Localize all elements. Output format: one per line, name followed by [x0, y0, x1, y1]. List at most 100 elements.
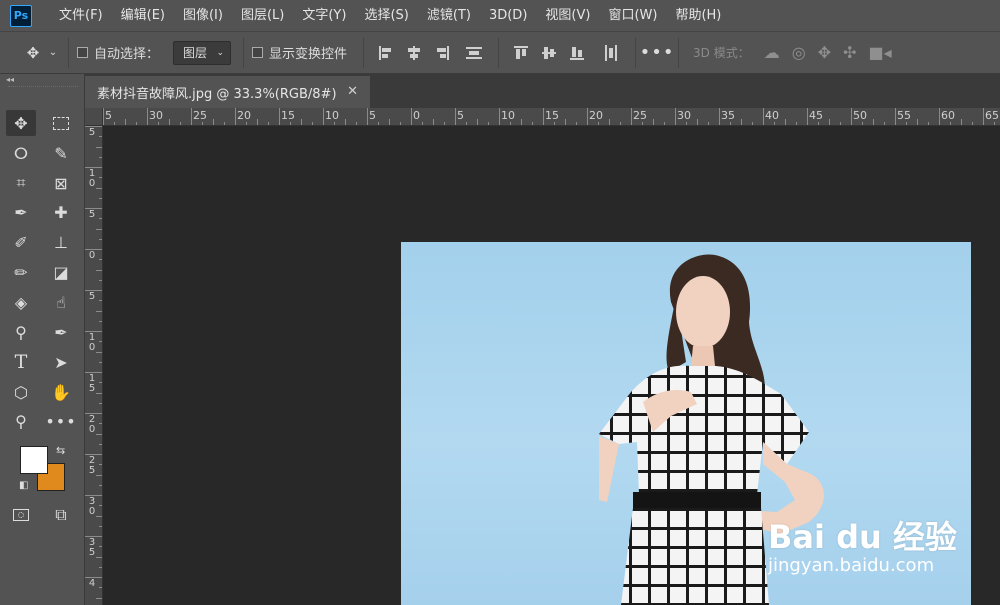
- clone-stamp-tool-icon[interactable]: ⊥: [46, 229, 76, 255]
- ruler-minor-tick: [565, 119, 566, 125]
- divider: [635, 37, 637, 68]
- path-selection-tool-icon[interactable]: ➤: [46, 349, 76, 375]
- ruler-tick-label: 25: [88, 455, 96, 476]
- distribute-horizontal-icon[interactable]: [603, 44, 619, 61]
- close-icon[interactable]: ✕: [347, 84, 358, 99]
- ruler-tick: [763, 108, 764, 125]
- ruler-tick: [235, 108, 236, 125]
- eyedropper-tool-icon[interactable]: ✒: [6, 199, 36, 225]
- menu-edit[interactable]: 编辑(E): [112, 0, 174, 32]
- ruler-minor-tick: [257, 119, 258, 125]
- menu-select[interactable]: 选择(S): [355, 0, 417, 32]
- ruler-minor-tick: [345, 119, 346, 125]
- menu-image[interactable]: 图像(I): [174, 0, 232, 32]
- horizontal-ruler[interactable]: 5 30 25 20 15 10 5 0 5 10 15 20 25 30 35 40 45 50 55 60 65: [103, 108, 1000, 126]
- ruler-minor-tick: [99, 546, 102, 548]
- ruler-minor-tick: [99, 525, 102, 527]
- auto-select-value: 图层: [183, 46, 208, 60]
- ruler-minor-tick: [99, 259, 102, 261]
- auto-select-checkbox[interactable]: [77, 47, 88, 58]
- lasso-tool-icon[interactable]: ⵔ: [6, 140, 36, 166]
- ruler-minor-tick: [642, 122, 643, 125]
- type-tool-icon[interactable]: T: [6, 349, 36, 375]
- foreground-color-swatch[interactable]: [20, 446, 48, 474]
- document-tab[interactable]: 素材抖音故障风.jpg @ 33.3%(RGB/8#) ✕: [85, 76, 370, 108]
- watermark-url: jingyan.baidu.com: [768, 555, 935, 576]
- panel-grip[interactable]: [8, 86, 78, 90]
- align-left-icon[interactable]: [378, 45, 394, 61]
- ruler-minor-tick: [96, 433, 102, 435]
- ruler-tick-label: 4: [88, 578, 96, 589]
- distribute-vertical-icon[interactable]: [466, 45, 483, 61]
- eraser-tool-icon[interactable]: ◪: [46, 259, 76, 285]
- ruler-tick: [983, 108, 984, 125]
- ruler-tick: [103, 108, 104, 125]
- menu-window[interactable]: 窗口(W): [599, 0, 666, 32]
- menu-layer[interactable]: 图层(L): [232, 0, 293, 32]
- more-tools-icon[interactable]: •••: [45, 408, 76, 434]
- divider: [498, 37, 500, 68]
- dodge-tool-icon[interactable]: ⚲: [6, 319, 36, 345]
- menu-3d[interactable]: 3D(D): [480, 0, 536, 32]
- brush-tool-icon[interactable]: ✐: [6, 229, 36, 255]
- ruler-tick-label: 10: [501, 109, 515, 122]
- vertical-ruler[interactable]: 5 10 5 0 5 10 15 20 25 30 35 4: [85, 126, 103, 605]
- history-brush-tool-icon[interactable]: ✏: [6, 259, 36, 285]
- ruler-tick: [587, 108, 588, 125]
- shape-tool-icon[interactable]: ⬡: [6, 379, 36, 405]
- ruler-minor-tick: [818, 122, 819, 125]
- healing-brush-tool-icon[interactable]: ✚: [46, 199, 76, 225]
- ruler-tick-label: 15: [88, 373, 96, 394]
- screen-mode-icon[interactable]: ⧉: [46, 502, 76, 528]
- align-bottom-icon[interactable]: [569, 45, 585, 61]
- show-transform-checkbox[interactable]: [252, 47, 264, 58]
- align-right-icon[interactable]: [434, 45, 450, 61]
- ruler-minor-tick: [961, 119, 962, 125]
- align-top-icon[interactable]: [513, 45, 529, 61]
- ruler-minor-tick: [125, 119, 126, 125]
- 3d-pan-icon[interactable]: ✥: [818, 43, 831, 62]
- 3d-roll-icon[interactable]: ◎: [792, 43, 806, 62]
- pen-tool-icon[interactable]: ✒: [46, 319, 76, 345]
- auto-select-dropdown[interactable]: 图层 ⌄: [173, 40, 232, 65]
- menu-type[interactable]: 文字(Y): [293, 0, 355, 32]
- frame-tool-icon[interactable]: ⊠: [46, 170, 76, 196]
- marquee-tool-icon[interactable]: [46, 110, 76, 136]
- zoom-tool-icon[interactable]: ⚲: [6, 408, 36, 434]
- menu-filter[interactable]: 滤镜(T): [418, 0, 480, 32]
- menu-view[interactable]: 视图(V): [536, 0, 599, 32]
- smudge-tool-icon[interactable]: ☝: [46, 289, 76, 315]
- ruler-origin[interactable]: [85, 108, 103, 126]
- hand-tool-icon[interactable]: ✋: [46, 379, 76, 405]
- move-tool-preset-icon[interactable]: ✥: [20, 40, 46, 66]
- 3d-slide-icon[interactable]: ✣: [843, 43, 856, 62]
- menu-file[interactable]: 文件(F): [50, 0, 112, 32]
- ruler-tick-label: 5: [369, 109, 376, 122]
- ruler-minor-tick: [99, 566, 102, 568]
- swap-colors-icon[interactable]: ⇆: [56, 444, 65, 457]
- ruler-tick-label: 30: [88, 496, 96, 517]
- ruler-tick: [85, 126, 102, 127]
- ruler-minor-tick: [730, 122, 731, 125]
- 3d-orbit-icon[interactable]: ☁: [764, 43, 780, 62]
- baidu-watermark: Bai du 经验 jingyan.baidu.com: [768, 520, 957, 578]
- paint-bucket-tool-icon[interactable]: ◈: [6, 289, 36, 315]
- more-options-icon[interactable]: •••: [640, 40, 674, 66]
- crop-tool-icon[interactable]: ⌗: [6, 170, 36, 196]
- ruler-tick-label: 30: [677, 109, 691, 122]
- ruler-tick: [147, 108, 148, 125]
- move-tool-icon[interactable]: ✥: [6, 110, 36, 136]
- ruler-minor-tick: [433, 119, 434, 125]
- 3d-camera-icon[interactable]: ■◂: [869, 43, 892, 62]
- default-colors-icon[interactable]: ◧: [19, 480, 28, 491]
- menu-help[interactable]: 帮助(H): [666, 0, 730, 32]
- watermark-brand: Bai du 经验: [768, 518, 957, 556]
- collapse-panel-icon[interactable]: ◂◂: [6, 75, 14, 84]
- ruler-minor-tick: [466, 122, 467, 125]
- ruler-minor-tick: [378, 122, 379, 125]
- align-horizontal-center-icon[interactable]: [406, 45, 422, 61]
- quick-selection-tool-icon[interactable]: ✎: [46, 140, 76, 166]
- chevron-down-icon[interactable]: ⌄: [46, 40, 60, 66]
- quick-mask-icon[interactable]: [6, 502, 36, 528]
- align-vertical-center-icon[interactable]: [541, 45, 557, 61]
